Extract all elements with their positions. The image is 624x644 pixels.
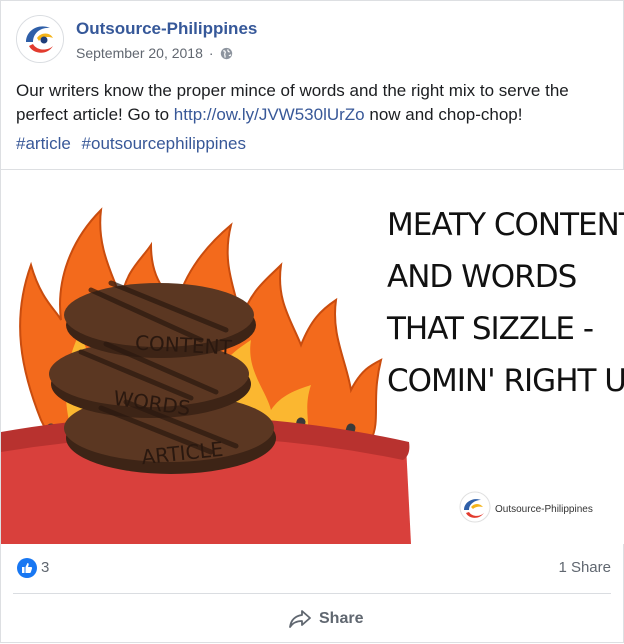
page-name-link[interactable]: Outsource-Philippines — [76, 19, 257, 39]
page-avatar[interactable] — [16, 15, 64, 63]
share-arrow-icon — [289, 610, 311, 628]
like-count[interactable]: 3 — [41, 559, 49, 576]
like-icon[interactable] — [17, 558, 37, 578]
headline-line-4: COMIN' RIGHT UP! — [387, 363, 624, 399]
post-body: Our writers know the proper mince of wor… — [16, 79, 610, 127]
grill-illustration: CONTENT WORDS ARTICLE MEATY CONTENT AND … — [1, 207, 624, 544]
brand-logo-text: Outsource-Philippines — [495, 504, 593, 515]
brand-logo-icon — [459, 491, 491, 523]
hashtag-list: #article #outsourcephilippines — [16, 134, 252, 154]
headline-line-2: AND WORDS — [387, 259, 576, 295]
outsource-philippines-logo-icon — [17, 16, 63, 62]
hashtag-outsourcephilippines[interactable]: #outsourcephilippines — [82, 134, 246, 153]
post-link[interactable]: http://ow.ly/JVW530lUrZo — [174, 105, 365, 124]
share-button-label: Share — [319, 610, 364, 627]
globe-icon[interactable] — [220, 47, 233, 60]
post-image[interactable]: CONTENT WORDS ARTICLE MEATY CONTENT AND … — [1, 169, 624, 544]
post-text-after: now and chop-chop! — [364, 105, 523, 124]
headline-line-1: MEATY CONTENT — [387, 207, 624, 243]
share-count[interactable]: 1 Share — [558, 559, 611, 576]
post-card: Outsource-Philippines September 20, 2018… — [0, 0, 624, 643]
headline-line-3: THAT SIZZLE - — [386, 311, 593, 347]
action-bar: Share — [1, 594, 624, 644]
patty-label-content: CONTENT — [134, 330, 233, 359]
reaction-stats: 3 1 Share — [1, 544, 624, 592]
post-meta: September 20, 2018 · — [76, 45, 233, 61]
hashtag-article[interactable]: #article — [16, 134, 71, 153]
share-button[interactable]: Share — [289, 606, 363, 632]
post-date[interactable]: September 20, 2018 — [76, 45, 203, 61]
meta-separator: · — [208, 45, 214, 61]
post-header: Outsource-Philippines September 20, 2018… — [16, 15, 616, 63]
